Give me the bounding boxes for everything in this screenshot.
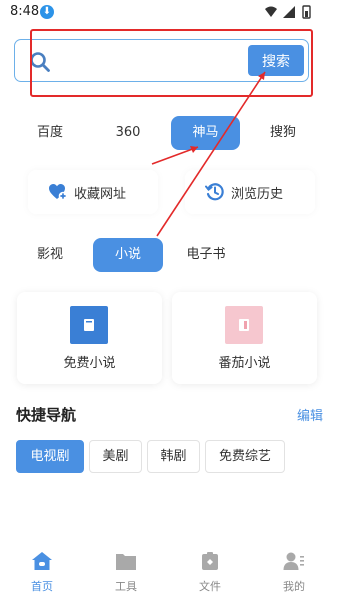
- free-novel-app-icon: [70, 306, 108, 344]
- book-card-free-novel[interactable]: 免费小说: [17, 292, 162, 384]
- bottom-nav-label: 我的: [283, 580, 305, 593]
- category-novel[interactable]: 小说: [93, 238, 163, 272]
- tag-k-drama[interactable]: 韩剧: [147, 440, 200, 473]
- bottom-nav-label: 首页: [31, 580, 53, 593]
- favorites-label: 收藏网址: [74, 186, 127, 202]
- user-icon: [283, 552, 304, 570]
- bottom-nav-me[interactable]: 我的: [264, 545, 324, 600]
- book-label: 番茄小说: [218, 356, 271, 371]
- status-time: 8:48: [10, 4, 40, 19]
- book-label: 免费小说: [63, 356, 116, 371]
- quick-nav-header: 快捷导航 编辑: [0, 402, 337, 426]
- search-box: 搜索: [14, 39, 309, 82]
- status-icons: [265, 5, 311, 19]
- history-label: 浏览历史: [231, 186, 284, 202]
- book-card-fanqie-novel[interactable]: 番茄小说: [172, 292, 317, 384]
- wifi-icon: [265, 6, 277, 17]
- tag-us-drama[interactable]: 美剧: [89, 440, 142, 473]
- home-icon: [32, 552, 52, 570]
- quick-actions-row: 收藏网址 浏览历史: [0, 170, 337, 214]
- engine-360[interactable]: 360: [100, 116, 156, 150]
- bottom-nav-tools[interactable]: 工具: [96, 545, 156, 600]
- quick-nav-edit-link[interactable]: 编辑: [297, 405, 323, 424]
- tag-tv-series[interactable]: 电视剧: [16, 440, 84, 473]
- folder-icon: [116, 554, 136, 570]
- download-icon: ⬇: [40, 5, 54, 19]
- search-input[interactable]: [61, 46, 251, 76]
- history-icon: [205, 183, 224, 201]
- category-video[interactable]: 影视: [22, 238, 78, 272]
- fanqie-novel-app-icon: [225, 306, 263, 344]
- tag-free-variety[interactable]: 免费综艺: [205, 440, 285, 473]
- heart-plus-icon: [49, 184, 68, 201]
- bottom-nav-label: 文件: [199, 580, 221, 593]
- status-bar: 8:48 ⬇: [0, 0, 337, 24]
- quick-nav-tags: 电视剧 美剧 韩剧 免费综艺: [0, 440, 337, 474]
- quick-nav-title: 快捷导航: [16, 406, 77, 424]
- engine-sogou[interactable]: 搜狗: [255, 116, 311, 150]
- bottom-nav-files[interactable]: 文件: [180, 545, 240, 600]
- bottom-nav: 首页 工具 文件 我的: [0, 545, 337, 600]
- category-ebook[interactable]: 电子书: [176, 238, 236, 272]
- search-button[interactable]: 搜索: [248, 45, 304, 76]
- history-button[interactable]: 浏览历史: [185, 170, 315, 214]
- book-icon: [239, 319, 249, 331]
- category-row: 影视 小说 电子书: [0, 238, 337, 272]
- signal-icon: [283, 6, 295, 18]
- search-icon: [30, 52, 50, 72]
- engine-baidu[interactable]: 百度: [22, 116, 78, 150]
- engine-shenma[interactable]: 神马: [171, 116, 240, 150]
- bottom-nav-label: 工具: [115, 580, 137, 593]
- file-icon: [202, 552, 218, 570]
- favorites-button[interactable]: 收藏网址: [28, 170, 158, 214]
- book-icon: [84, 319, 94, 331]
- search-engine-row: 百度 360 神马 搜狗: [0, 116, 337, 150]
- bottom-nav-home[interactable]: 首页: [12, 545, 72, 600]
